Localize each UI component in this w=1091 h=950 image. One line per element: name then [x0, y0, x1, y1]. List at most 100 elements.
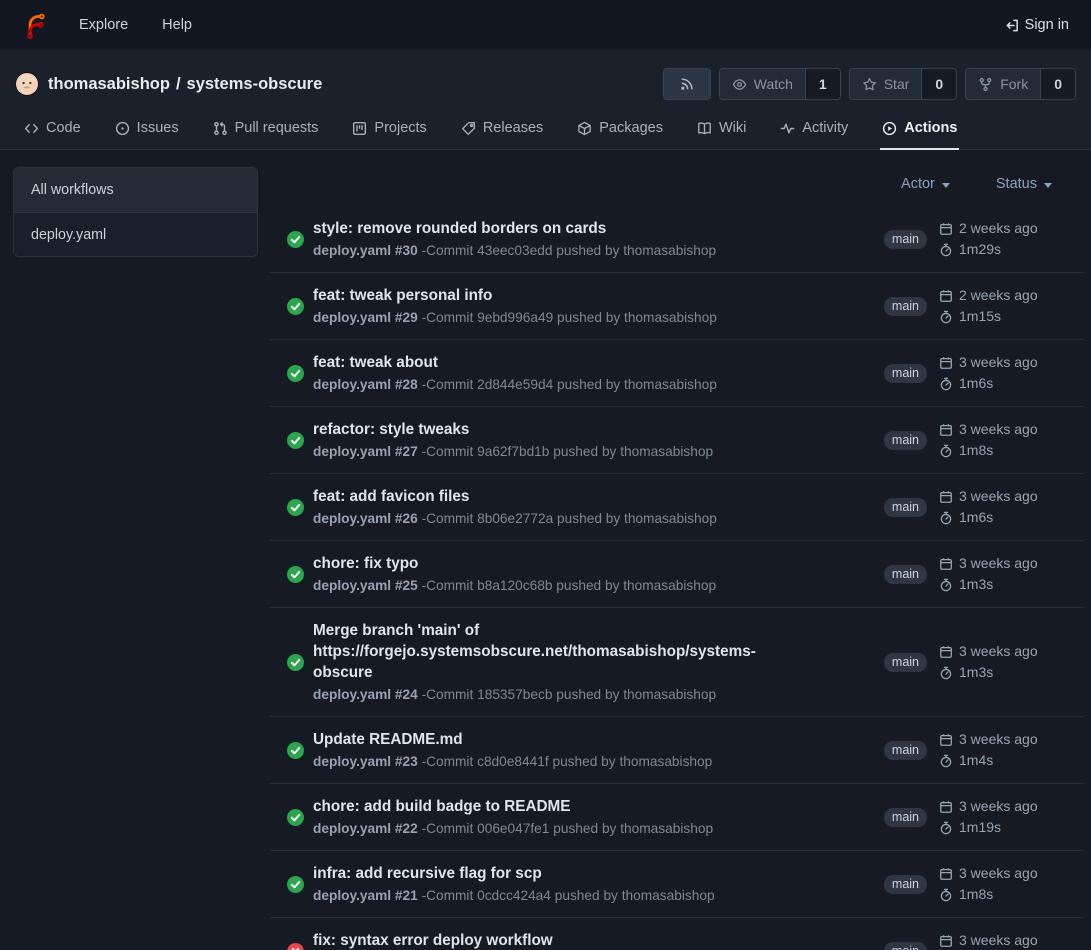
run-subtitle: deploy.yaml #27 -Commit 9a62f7bd1b pushe… [313, 442, 868, 461]
play-circle-icon [882, 121, 897, 136]
fork-button[interactable]: Fork 0 [965, 68, 1076, 100]
sidebar-item-deploy-yaml[interactable]: deploy.yaml [14, 212, 257, 256]
workflow-run-row: style: remove rounded borders on cards d… [270, 206, 1084, 273]
actor-filter-dropdown[interactable]: Actor [901, 176, 950, 192]
run-title-link[interactable]: fix: syntax error deploy workflow [313, 930, 798, 950]
branch-badge[interactable]: main [884, 653, 927, 672]
watch-button[interactable]: Watch 1 [719, 68, 841, 100]
run-title-link[interactable]: feat: tweak personal info [313, 285, 798, 306]
runs-panel: Actor Status style: remove rounded borde… [270, 167, 1084, 950]
commit-hash-link[interactable]: b8a120c68b [477, 578, 552, 593]
actor-link[interactable]: thomasabishop [624, 511, 717, 526]
sign-in-icon [1005, 18, 1020, 33]
tab-wiki[interactable]: Wiki [695, 111, 748, 150]
repo-name-link[interactable]: systems-obscure [187, 75, 323, 93]
run-date: 3 weeks ago [939, 554, 1037, 573]
actor-link[interactable]: thomasabishop [620, 444, 713, 459]
run-subtitle: deploy.yaml #29 -Commit 9ebd996a49 pushe… [313, 308, 868, 327]
branch-badge[interactable]: main [884, 230, 927, 249]
repo-tabs: Code Issues Pull requests Projects Relea… [10, 111, 1081, 149]
rss-button[interactable] [663, 68, 711, 100]
actor-link[interactable]: thomasabishop [620, 821, 713, 836]
branch-badge[interactable]: main [884, 565, 927, 584]
repo-owner-link[interactable]: thomasabishop [48, 75, 170, 93]
workflow-run-row: chore: add build badge to README deploy.… [270, 784, 1084, 851]
actor-link[interactable]: thomasabishop [623, 578, 716, 593]
run-title-link[interactable]: refactor: style tweaks [313, 419, 798, 440]
success-check-icon [287, 365, 304, 382]
stopwatch-icon [939, 243, 953, 257]
calendar-icon [939, 356, 953, 370]
success-check-icon [287, 809, 304, 826]
tab-packages[interactable]: Packages [575, 111, 665, 150]
run-date: 3 weeks ago [939, 730, 1037, 749]
branch-badge[interactable]: main [884, 808, 927, 827]
star-button[interactable]: Star 0 [849, 68, 957, 100]
branch-badge[interactable]: main [884, 297, 927, 316]
forgejo-logo-icon[interactable] [22, 12, 49, 39]
branch-badge[interactable]: main [884, 875, 927, 894]
status-filter-dropdown[interactable]: Status [996, 176, 1052, 192]
commit-hash-link[interactable]: 9a62f7bd1b [477, 444, 549, 459]
commit-hash-link[interactable]: 0cdcc424a4 [477, 888, 551, 903]
calendar-icon [939, 867, 953, 881]
watch-count[interactable]: 1 [805, 69, 840, 99]
nav-explore-link[interactable]: Explore [79, 17, 128, 33]
success-check-icon [287, 231, 304, 248]
commit-hash-link[interactable]: 8b06e2772a [477, 511, 553, 526]
fork-count[interactable]: 0 [1040, 69, 1075, 99]
run-duration: 1m3s [939, 663, 1037, 682]
avatar[interactable] [15, 72, 39, 96]
workflow-run-row: feat: tweak personal info deploy.yaml #2… [270, 273, 1084, 340]
actor-link[interactable]: thomasabishop [619, 754, 712, 769]
star-icon [862, 77, 877, 92]
commit-hash-link[interactable]: 2d844e59d4 [477, 377, 553, 392]
tab-activity[interactable]: Activity [778, 111, 850, 150]
calendar-icon [939, 557, 953, 571]
run-date: 3 weeks ago [939, 864, 1037, 883]
branch-badge[interactable]: main [884, 942, 927, 950]
run-title-link[interactable]: feat: tweak about [313, 352, 798, 373]
tab-pull-requests[interactable]: Pull requests [211, 111, 321, 150]
tab-issues[interactable]: Issues [113, 111, 181, 150]
sign-in-button[interactable]: Sign in [1005, 17, 1069, 33]
nav-help-link[interactable]: Help [162, 17, 192, 33]
actor-link[interactable]: thomasabishop [622, 888, 715, 903]
commit-hash-link[interactable]: 006e047fe1 [477, 821, 549, 836]
commit-hash-link[interactable]: c8d0e8441f [477, 754, 549, 769]
stopwatch-icon [939, 310, 953, 324]
eye-icon [732, 77, 747, 92]
run-title-link[interactable]: feat: add favicon files [313, 486, 798, 507]
tab-releases[interactable]: Releases [459, 111, 545, 150]
actor-link[interactable]: thomasabishop [623, 687, 716, 702]
tab-code[interactable]: Code [22, 111, 83, 150]
actor-link[interactable]: thomasabishop [624, 377, 717, 392]
run-title-link[interactable]: chore: fix typo [313, 553, 798, 574]
stopwatch-icon [939, 754, 953, 768]
run-subtitle: deploy.yaml #22 -Commit 006e047fe1 pushe… [313, 819, 868, 838]
star-count[interactable]: 0 [921, 69, 956, 99]
run-duration: 1m19s [939, 818, 1037, 837]
run-date: 3 weeks ago [939, 931, 1037, 950]
branch-badge[interactable]: main [884, 498, 927, 517]
run-title-link[interactable]: chore: add build badge to README [313, 796, 798, 817]
tab-projects[interactable]: Projects [350, 111, 428, 150]
calendar-icon [939, 423, 953, 437]
commit-hash-link[interactable]: 9ebd996a49 [477, 310, 553, 325]
run-title-link[interactable]: Update README.md [313, 729, 798, 750]
actor-link[interactable]: thomasabishop [623, 243, 716, 258]
branch-badge[interactable]: main [884, 364, 927, 383]
branch-badge[interactable]: main [884, 431, 927, 450]
actor-link[interactable]: thomasabishop [624, 310, 717, 325]
commit-hash-link[interactable]: 43eec03edd [477, 243, 552, 258]
commit-hash-link[interactable]: 185357becb [477, 687, 552, 702]
tab-actions[interactable]: Actions [880, 111, 959, 150]
sidebar-item-all-workflows[interactable]: All workflows [14, 168, 257, 212]
workflow-run-row: feat: tweak about deploy.yaml #28 -Commi… [270, 340, 1084, 407]
run-duration: 1m4s [939, 751, 1037, 770]
branch-badge[interactable]: main [884, 741, 927, 760]
run-title-link[interactable]: style: remove rounded borders on cards [313, 218, 798, 239]
run-title-link[interactable]: Merge branch 'main' of https://forgejo.s… [313, 620, 798, 683]
calendar-icon [939, 800, 953, 814]
run-title-link[interactable]: infra: add recursive flag for scp [313, 863, 798, 884]
